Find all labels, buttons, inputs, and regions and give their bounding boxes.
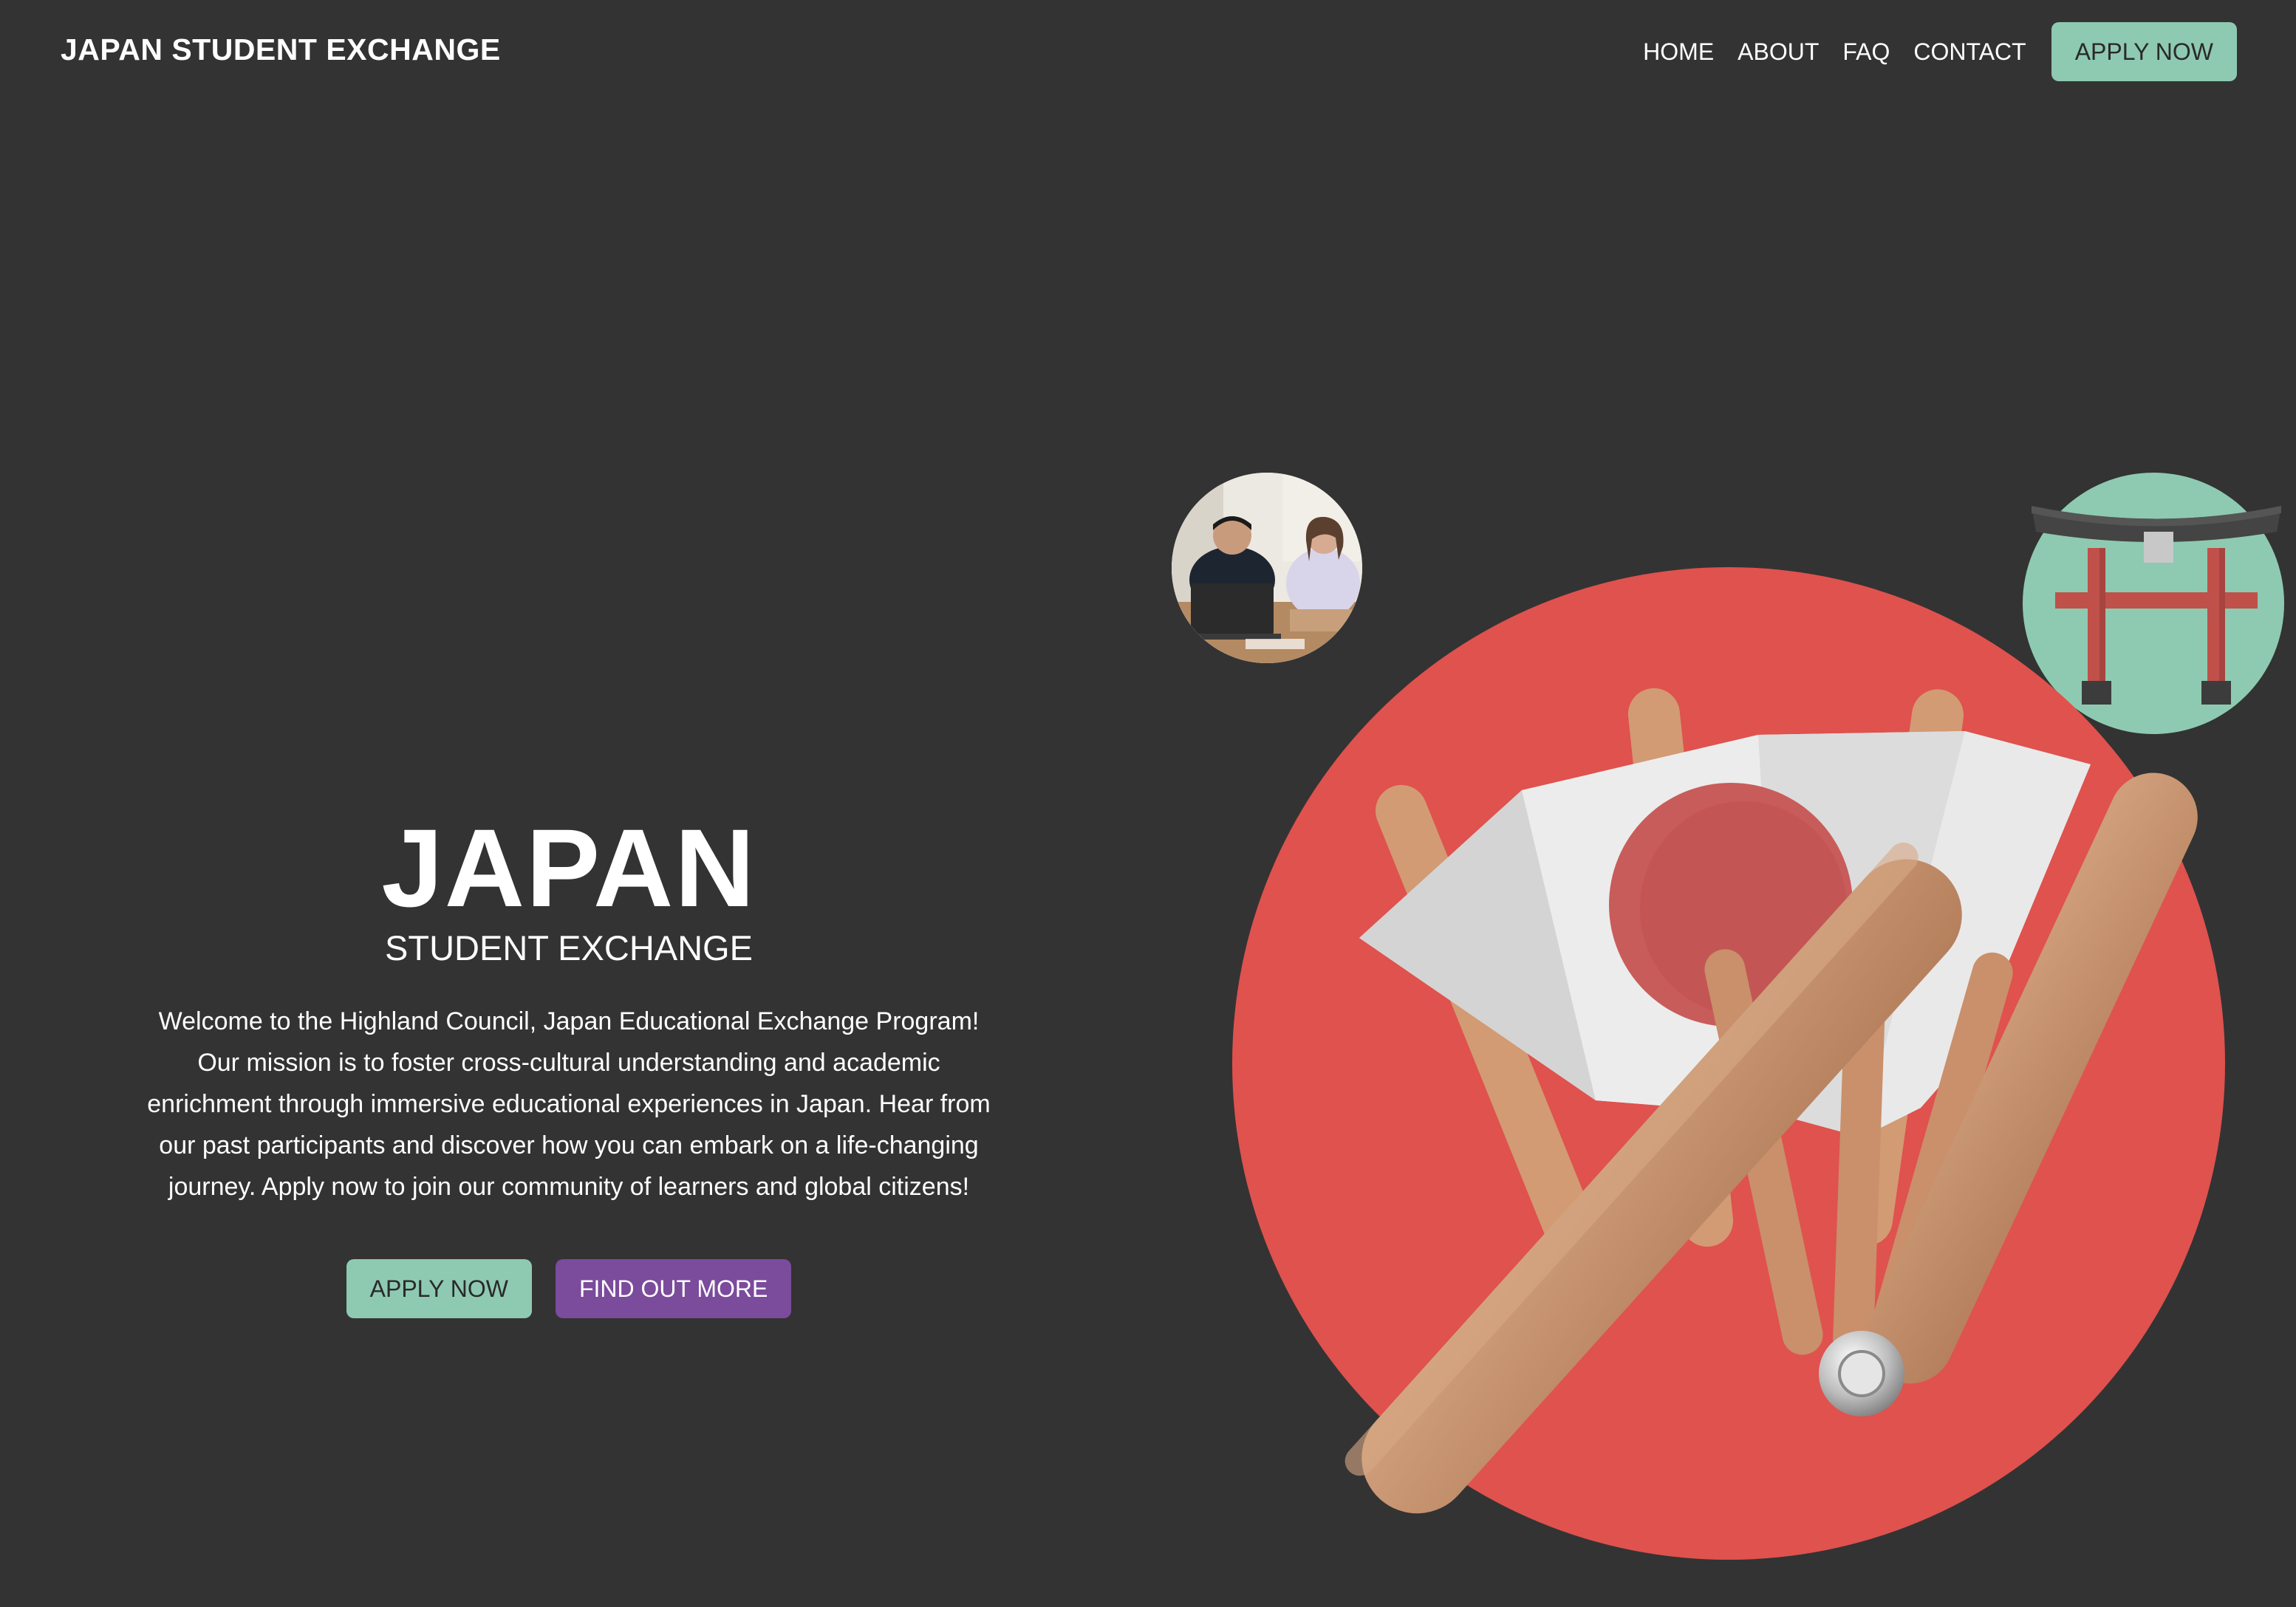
hero-illustration xyxy=(0,0,2296,1607)
students-photo xyxy=(1172,473,1362,663)
japanese-fan-illustration xyxy=(1345,688,2198,1514)
students-photo-image xyxy=(1172,473,1362,663)
page: JAPAN STUDENT EXCHANGE HOME ABOUT FAQ CO… xyxy=(0,0,2296,1607)
